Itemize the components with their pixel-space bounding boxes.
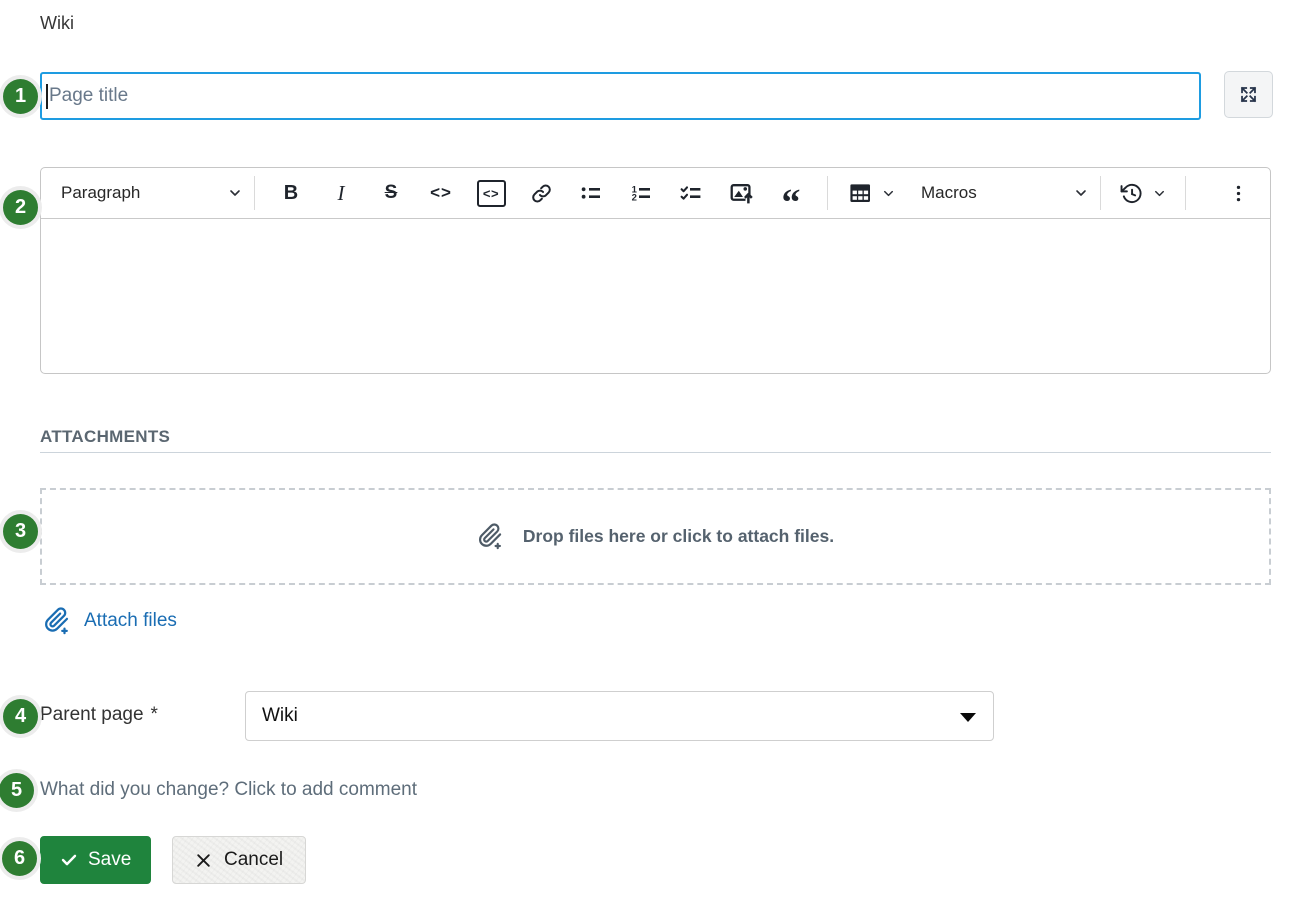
cancel-button-label: Cancel bbox=[224, 849, 283, 871]
toolbar-separator bbox=[1100, 176, 1101, 210]
paragraph-style-label: Paragraph bbox=[61, 183, 140, 203]
bulleted-list-button[interactable] bbox=[566, 174, 616, 212]
parent-page-label-text: Parent page bbox=[40, 704, 144, 725]
context-label-wiki: Wiki bbox=[40, 13, 74, 34]
chevron-down-icon bbox=[1073, 185, 1089, 201]
inline-code-button[interactable]: <> bbox=[416, 174, 466, 212]
numbered-list-icon: 1 2 bbox=[629, 181, 653, 205]
attachments-divider bbox=[40, 452, 1271, 453]
editor-toolbar: Paragraph B I S <> <> bbox=[41, 168, 1270, 219]
change-comment-field[interactable]: What did you change? Click to add commen… bbox=[40, 779, 417, 801]
chevron-down-icon bbox=[1152, 186, 1167, 201]
file-dropzone[interactable]: Drop files here or click to attach files… bbox=[40, 488, 1271, 585]
link-icon bbox=[530, 182, 553, 205]
paragraph-style-dropdown[interactable]: Paragraph bbox=[61, 183, 243, 203]
dropzone-text: Drop files here or click to attach files… bbox=[523, 526, 834, 547]
chevron-down-icon bbox=[881, 186, 896, 201]
paperclip-plus-icon bbox=[43, 607, 71, 635]
todo-list-button[interactable] bbox=[666, 174, 716, 212]
paperclip-plus-icon bbox=[477, 523, 504, 550]
italic-icon: I bbox=[338, 181, 345, 206]
annotation-badge-1: 1 bbox=[3, 79, 38, 114]
attach-files-label: Attach files bbox=[84, 610, 177, 632]
annotation-badge-2: 2 bbox=[3, 190, 38, 225]
table-icon bbox=[848, 181, 872, 205]
editor-content-area[interactable] bbox=[41, 219, 1270, 373]
close-icon bbox=[195, 852, 212, 869]
parent-page-select[interactable]: Wiki bbox=[245, 691, 994, 741]
toolbar-separator bbox=[254, 176, 255, 210]
required-indicator: * bbox=[151, 704, 158, 725]
check-icon bbox=[60, 851, 78, 869]
toolbar-separator bbox=[1185, 176, 1186, 210]
bulleted-list-icon bbox=[579, 181, 603, 205]
annotation-badge-5: 5 bbox=[0, 773, 34, 808]
strikethrough-icon: S bbox=[385, 182, 398, 204]
image-upload-icon bbox=[729, 181, 754, 206]
italic-button[interactable]: I bbox=[316, 174, 366, 212]
strikethrough-button[interactable]: S bbox=[366, 174, 416, 212]
insert-table-dropdown[interactable] bbox=[839, 174, 905, 212]
attach-files-link[interactable]: Attach files bbox=[43, 607, 177, 635]
blockquote-button[interactable]: “ bbox=[766, 174, 816, 212]
cancel-button[interactable]: Cancel bbox=[172, 836, 306, 884]
toolbar-overflow-menu[interactable] bbox=[1220, 174, 1256, 212]
numbered-list-button[interactable]: 1 2 bbox=[616, 174, 666, 212]
annotation-badge-6: 6 bbox=[2, 841, 37, 876]
todo-list-icon bbox=[679, 181, 703, 205]
toolbar-separator bbox=[827, 176, 828, 210]
save-button-label: Save bbox=[88, 849, 131, 871]
save-button[interactable]: Save bbox=[40, 836, 151, 884]
macros-dropdown[interactable]: Macros bbox=[921, 183, 1089, 203]
chevron-down-icon bbox=[227, 185, 243, 201]
parent-page-label: Parent page * bbox=[40, 704, 158, 726]
insert-image-button[interactable] bbox=[716, 174, 766, 212]
bold-icon: B bbox=[284, 182, 298, 205]
fullscreen-button[interactable] bbox=[1224, 71, 1273, 118]
revision-history-dropdown[interactable] bbox=[1112, 174, 1174, 212]
page-title-input[interactable] bbox=[40, 72, 1201, 120]
link-button[interactable] bbox=[516, 174, 566, 212]
svg-text:2: 2 bbox=[632, 193, 637, 204]
code-block-button[interactable]: <> bbox=[466, 174, 516, 212]
attachments-section-title: ATTACHMENTS bbox=[40, 427, 170, 447]
history-icon bbox=[1120, 182, 1143, 205]
inline-code-icon: <> bbox=[430, 183, 452, 203]
fullscreen-expand-icon bbox=[1238, 84, 1259, 105]
annotation-badge-3: 3 bbox=[3, 514, 38, 549]
kebab-menu-icon bbox=[1228, 183, 1249, 204]
text-caret bbox=[46, 84, 48, 109]
code-block-icon: <> bbox=[477, 180, 506, 207]
rich-text-editor: Paragraph B I S <> <> bbox=[40, 167, 1271, 374]
macros-label: Macros bbox=[921, 183, 977, 203]
parent-page-selected-value: Wiki bbox=[262, 705, 298, 727]
select-dropdown-arrow-icon bbox=[960, 713, 976, 722]
annotation-badge-4: 4 bbox=[3, 699, 38, 734]
bold-button[interactable]: B bbox=[266, 174, 316, 212]
